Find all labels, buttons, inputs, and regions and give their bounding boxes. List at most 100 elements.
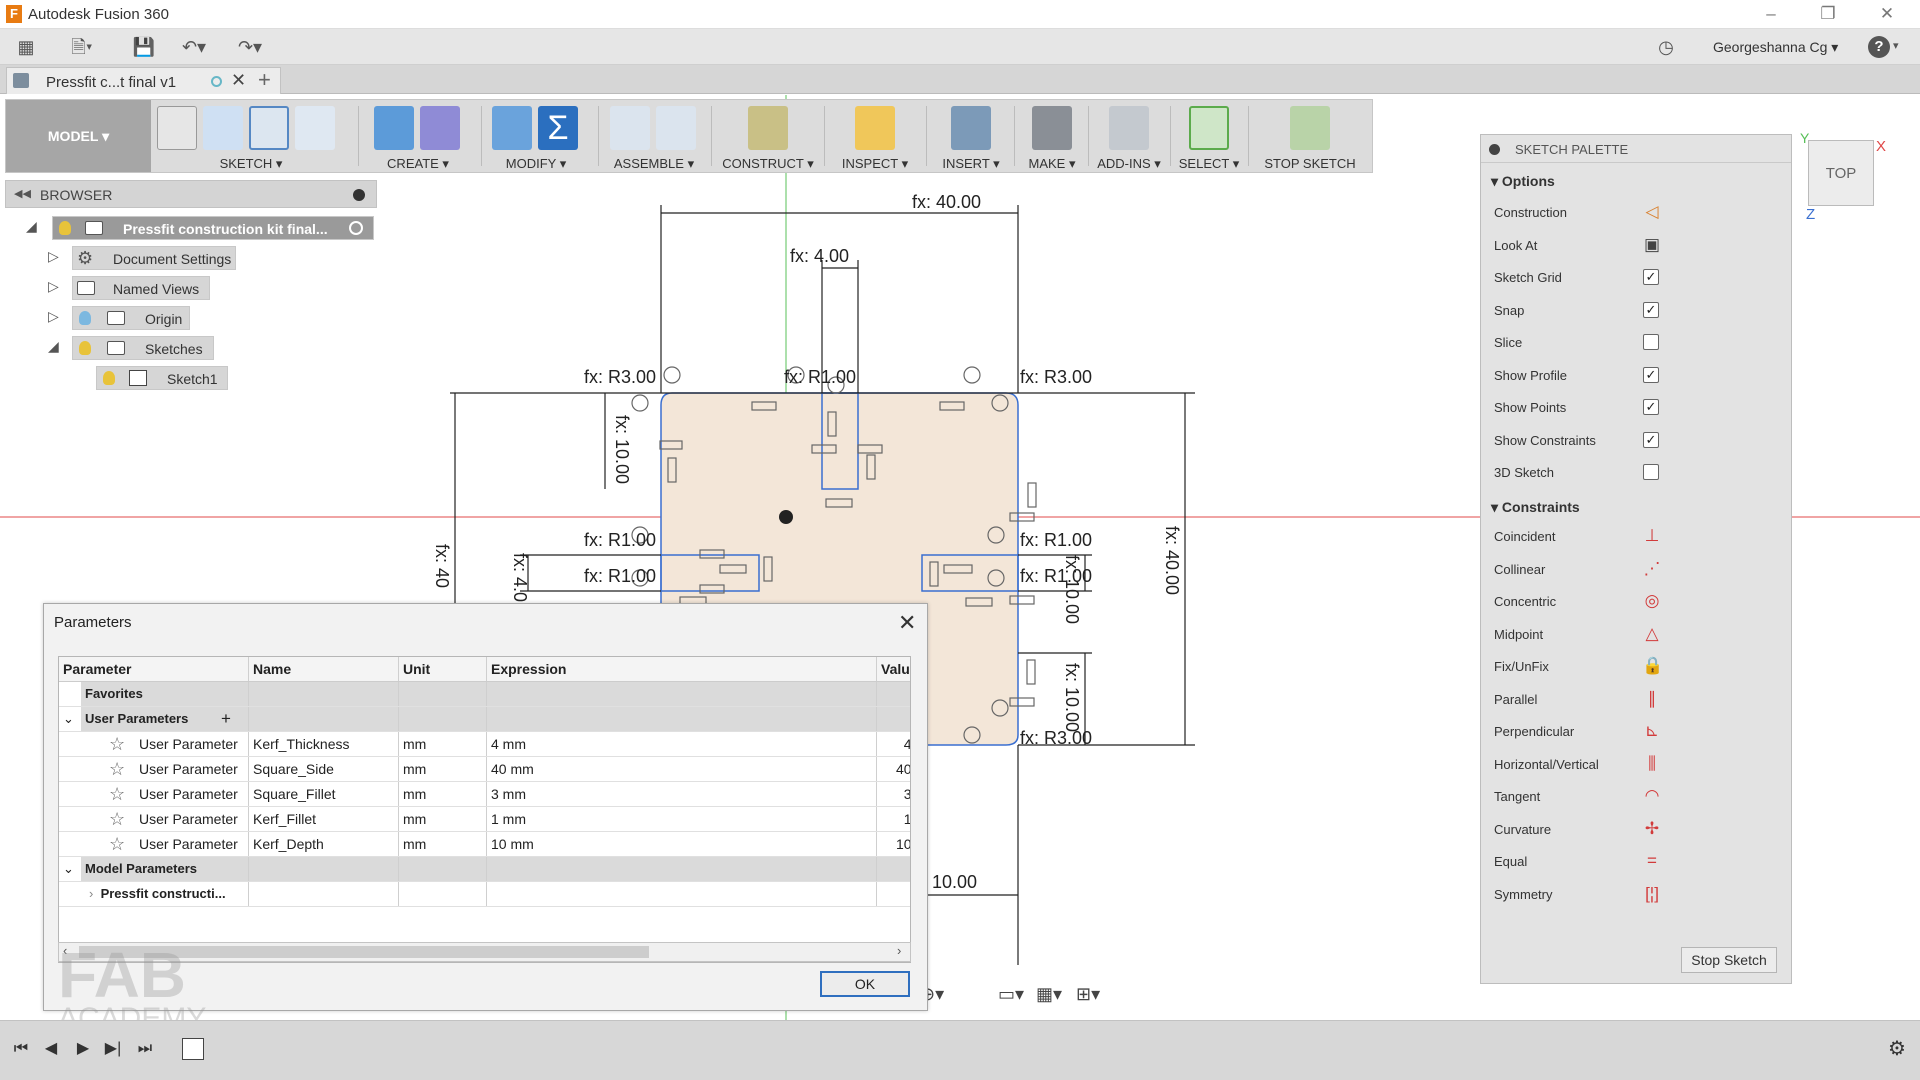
visibility-bulb-icon[interactable] bbox=[79, 311, 91, 325]
palette-checkbox[interactable]: ✓ bbox=[1643, 366, 1659, 383]
constraint-row[interactable]: Midpoint △ bbox=[1494, 623, 1784, 647]
close-window-button[interactable]: ✕ bbox=[1872, 3, 1902, 25]
modify-group[interactable]: Σ MODIFY ▾ bbox=[486, 100, 586, 172]
symmetry-icon[interactable]: [¦] bbox=[1642, 883, 1662, 905]
favorites-group-row[interactable]: Favorites bbox=[59, 682, 910, 707]
favorite-star-icon[interactable]: ☆ bbox=[109, 782, 125, 806]
collapse-group-icon[interactable]: ⌄ bbox=[59, 707, 81, 731]
file-menu-icon[interactable]: 🗎▾ bbox=[68, 35, 96, 59]
palette-option-row[interactable]: Construction ◁ bbox=[1494, 201, 1784, 225]
palette-checkbox[interactable]: ✓ bbox=[1643, 399, 1659, 415]
inspect-group[interactable]: INSPECT ▾ bbox=[830, 100, 920, 172]
line-tool-icon[interactable] bbox=[203, 106, 243, 150]
palette-option-row[interactable]: Slice bbox=[1494, 331, 1784, 355]
palette-option-row[interactable]: Show Constraints ✓ bbox=[1494, 429, 1784, 453]
table-row[interactable]: ☆ User Parameter Kerf_Depthmm10 mm 10.00 bbox=[59, 832, 910, 857]
stop-sketch-icon[interactable] bbox=[1290, 106, 1330, 150]
user-menu[interactable]: Georgeshanna Cg ▾ bbox=[1713, 39, 1838, 56]
scroll-right-icon[interactable]: › bbox=[897, 943, 901, 958]
viewcube[interactable]: TOP bbox=[1808, 140, 1874, 206]
palette-checkbox[interactable]: ✓ bbox=[1643, 269, 1659, 285]
new-component-icon[interactable] bbox=[610, 106, 650, 150]
perpendicular-icon[interactable]: ⊾ bbox=[1642, 720, 1662, 742]
palette-option-row[interactable]: Snap ✓ bbox=[1494, 299, 1784, 323]
palette-header[interactable]: SKETCH PALETTE bbox=[1481, 135, 1791, 163]
look-at-icon[interactable]: ▣ bbox=[1642, 234, 1662, 256]
palette-option-row[interactable]: Sketch Grid ✓ bbox=[1494, 266, 1784, 290]
tangent-icon[interactable]: ◠ bbox=[1642, 785, 1662, 807]
collapse-group-icon[interactable]: ⌄ bbox=[59, 857, 81, 881]
collinear-icon[interactable]: ⋰ bbox=[1642, 558, 1662, 580]
rectangle-tool-icon[interactable] bbox=[249, 106, 289, 150]
construct-group[interactable]: CONSTRUCT ▾ bbox=[718, 100, 818, 172]
palette-checkbox[interactable]: ✓ bbox=[1643, 431, 1659, 448]
equal-icon[interactable]: = bbox=[1642, 850, 1662, 872]
step-forward-icon[interactable]: ▶| bbox=[102, 1038, 124, 1060]
document-tab[interactable]: Pressfit c...t final v1 ✕ bbox=[6, 67, 281, 94]
construct-group-label[interactable]: CONSTRUCT ▾ bbox=[718, 156, 818, 172]
stop-sketch-group[interactable]: STOP SKETCH bbox=[1254, 100, 1366, 172]
create-group[interactable]: CREATE ▾ bbox=[368, 100, 468, 172]
parameter-expression-cell[interactable]: 1 mm bbox=[487, 807, 877, 831]
scripts-icon[interactable] bbox=[1109, 106, 1149, 150]
offset-plane-icon[interactable] bbox=[748, 106, 788, 150]
browser-root-node[interactable]: Pressfit construction kit final... bbox=[52, 216, 374, 240]
favorite-star-icon[interactable]: ☆ bbox=[109, 807, 125, 831]
palette-checkbox[interactable] bbox=[1643, 464, 1659, 480]
form-icon[interactable] bbox=[420, 106, 460, 150]
user-parameters-group-row[interactable]: ⌄ User Parameters + bbox=[59, 707, 910, 732]
model-component-row[interactable]: › Pressfit constructi... bbox=[59, 882, 910, 907]
measure-icon[interactable] bbox=[855, 106, 895, 150]
browser-panel-header[interactable]: ◀◀ BROWSER bbox=[5, 180, 377, 208]
favorite-star-icon[interactable]: ☆ bbox=[109, 732, 125, 756]
constraint-row[interactable]: Parallel ∥ bbox=[1494, 688, 1784, 712]
visibility-bulb-icon[interactable] bbox=[103, 371, 115, 385]
favorite-star-icon[interactable]: ☆ bbox=[109, 832, 125, 856]
visibility-bulb-icon[interactable] bbox=[59, 221, 71, 235]
grid-settings-icon[interactable]: ▦▾ bbox=[1036, 984, 1062, 1005]
redo-icon[interactable]: ↷▾ bbox=[236, 35, 264, 59]
help-icon[interactable]: ? bbox=[1868, 36, 1890, 58]
column-header-unit[interactable]: Unit bbox=[399, 657, 487, 681]
constraint-row[interactable]: Collinear ⋰ bbox=[1494, 558, 1784, 582]
job-status-icon[interactable]: ◷ bbox=[1652, 35, 1680, 59]
sketch-group[interactable]: SKETCH ▾ bbox=[151, 100, 351, 172]
constraint-row[interactable]: Perpendicular ⊾ bbox=[1494, 720, 1784, 744]
play-icon[interactable]: ▶ bbox=[72, 1038, 94, 1060]
parameter-expression-cell[interactable]: 10 mm bbox=[487, 832, 877, 856]
parameter-expression-cell[interactable]: 4 mm bbox=[487, 732, 877, 756]
constraint-row[interactable]: Concentric ◎ bbox=[1494, 590, 1784, 614]
palette-option-row[interactable]: 3D Sketch bbox=[1494, 461, 1784, 485]
workspace-switcher[interactable]: MODEL ▾ bbox=[6, 100, 151, 172]
minimize-browser-icon[interactable] bbox=[353, 189, 365, 201]
add-ins-group[interactable]: ADD-INS ▾ bbox=[1092, 100, 1166, 172]
parameter-expression-cell[interactable]: 3 mm bbox=[487, 782, 877, 806]
constraint-row[interactable]: Horizontal/Vertical ⫼ bbox=[1494, 753, 1784, 777]
browser-item-document-settings[interactable]: ⚙ Document Settings bbox=[72, 246, 236, 270]
make-group-label[interactable]: MAKE ▾ bbox=[1018, 156, 1086, 172]
sketch-group-label[interactable]: SKETCH ▾ bbox=[151, 156, 351, 172]
palette-option-row[interactable]: Look At ▣ bbox=[1494, 234, 1784, 258]
constraint-row[interactable]: Curvature ✢ bbox=[1494, 818, 1784, 842]
close-tab-icon[interactable]: ✕ bbox=[231, 70, 246, 91]
visibility-bulb-icon[interactable] bbox=[79, 341, 91, 355]
options-section-header[interactable]: ▾ Options bbox=[1491, 173, 1555, 190]
restore-button[interactable]: ❐ bbox=[1813, 3, 1843, 25]
expand-icon[interactable]: ▷ bbox=[48, 308, 59, 325]
palette-checkbox[interactable] bbox=[1643, 334, 1659, 350]
table-row[interactable]: ☆ User Parameter Square_Filletmm3 mm 3.00 bbox=[59, 782, 910, 807]
close-dialog-icon[interactable]: ✕ bbox=[898, 610, 916, 636]
select-group[interactable]: SELECT ▾ bbox=[1174, 100, 1244, 172]
table-row[interactable]: ☆ User Parameter Kerf_Filletmm1 mm 1.00 bbox=[59, 807, 910, 832]
curvature-icon[interactable]: ✢ bbox=[1642, 818, 1662, 840]
create-sketch-icon[interactable] bbox=[157, 106, 197, 150]
parameter-name-cell[interactable]: Square_Fillet bbox=[249, 782, 399, 806]
constraint-row[interactable]: Equal = bbox=[1494, 850, 1784, 874]
column-header-parameter[interactable]: Parameter bbox=[59, 657, 249, 681]
new-tab-button[interactable]: + bbox=[258, 67, 271, 93]
apps-grid-icon[interactable]: ▦ bbox=[12, 35, 40, 59]
parameter-name-cell[interactable]: Kerf_Depth bbox=[249, 832, 399, 856]
timeline-sketch-feature-icon[interactable] bbox=[182, 1038, 204, 1060]
column-header-expression[interactable]: Expression bbox=[487, 657, 877, 681]
collapse-icon[interactable]: ◢ bbox=[48, 338, 59, 355]
